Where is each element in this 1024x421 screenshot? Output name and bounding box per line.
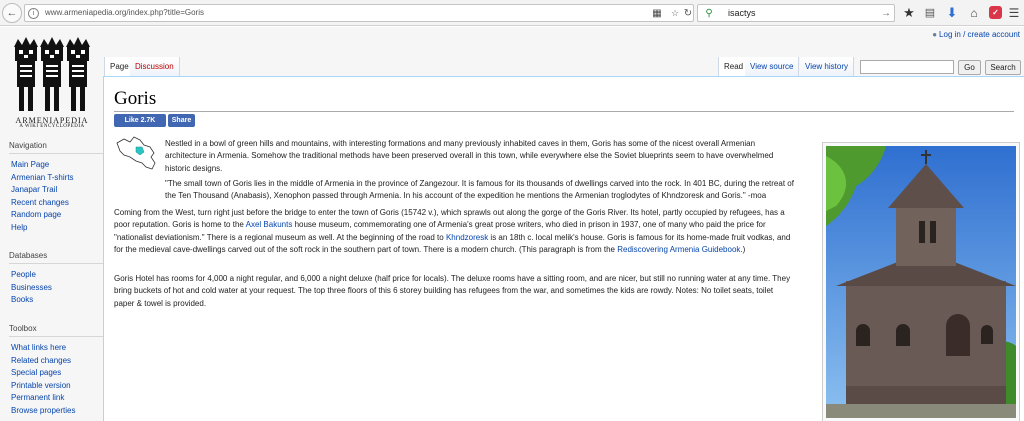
article-paragraph-3: Coming from the West, turn right just be… — [114, 207, 794, 256]
axel-bakunts-link[interactable]: Axel Bakunts — [246, 220, 293, 229]
sidebar-item-armenian-tshirts[interactable]: Armenian T-shirts — [11, 172, 103, 185]
sidebar-item-help[interactable]: Help — [11, 222, 103, 235]
reload-icon[interactable]: ↻ — [682, 7, 694, 19]
article-paragraph-1: Nestled in a bowl of green hills and mou… — [165, 139, 774, 173]
sidebar-item-businesses[interactable]: Businesses — [11, 282, 103, 295]
article-content: Goris Like 2.7K Share Nestled in a bowl … — [103, 76, 1024, 421]
personal-tools[interactable]: ● Log in / create account — [932, 30, 1020, 39]
facebook-like-button[interactable]: Like 2.7K — [114, 114, 166, 127]
page-title: Goris — [114, 88, 157, 109]
church-photo-thumbnail[interactable] — [822, 142, 1020, 421]
databases-heading: Databases — [9, 251, 103, 264]
login-link[interactable]: Log in / create account — [939, 30, 1020, 39]
guidebook-link[interactable]: Rediscovering Armenia Guidebook — [617, 245, 740, 254]
go-button[interactable]: Go — [958, 60, 981, 75]
logo-subtitle: A WIKI ENCYCLOPEDIA — [19, 124, 85, 129]
sidebar-item-books[interactable]: Books — [11, 294, 103, 307]
menu-icon[interactable]: ☰ — [1007, 5, 1021, 20]
title-divider — [114, 111, 1014, 112]
paragraph-text: .) — [740, 244, 746, 254]
download-icon[interactable]: ⬇ — [945, 5, 959, 20]
url-bar[interactable]: i www.armeniapedia.org/index.php?title=G… — [24, 4, 694, 22]
logo-figures-icon — [14, 37, 90, 111]
sidebar-item-people[interactable]: People — [11, 269, 103, 282]
user-icon: ● — [932, 30, 938, 39]
toolbox-heading: Toolbox — [9, 324, 103, 337]
tab-view-source[interactable]: View source — [745, 57, 800, 76]
back-button[interactable]: ← — [2, 3, 22, 23]
reader-view-icon[interactable]: ▦ — [650, 7, 664, 19]
wiki-page: ● Log in / create account ARMENIAPEDIA A… — [0, 27, 1024, 421]
pocket-icon[interactable]: ✓ — [989, 6, 1002, 19]
site-logo[interactable]: ARMENIAPEDIA A WIKI ENCYCLOPEDIA — [6, 35, 98, 129]
search-button[interactable]: Search — [985, 60, 1021, 75]
bookmark-star-outline-icon[interactable]: ☆ — [669, 7, 681, 19]
armenia-map-thumbnail[interactable] — [114, 133, 162, 173]
site-info-icon[interactable]: i — [28, 8, 39, 19]
sidebar-item-janapar-trail[interactable]: Janapar Trail — [11, 184, 103, 197]
sidebar-toolbox: Toolbox What links here Related changes … — [9, 324, 103, 418]
sidebar-item-recent-changes[interactable]: Recent changes — [11, 197, 103, 210]
browser-toolbar: ← i www.armeniapedia.org/index.php?title… — [0, 0, 1024, 26]
url-text[interactable]: www.armeniapedia.org/index.php?title=Gor… — [45, 8, 204, 17]
sidebar-item-related-changes[interactable]: Related changes — [11, 355, 103, 368]
sidebar-item-what-links-here[interactable]: What links here — [11, 342, 103, 355]
tab-discussion[interactable]: Discussion — [130, 57, 180, 76]
library-icon[interactable]: ▤ — [923, 5, 937, 20]
search-engine-icon[interactable]: ⚲ — [703, 8, 715, 19]
khndzoresk-link[interactable]: Khndzoresk — [446, 233, 488, 242]
wiki-search-input[interactable] — [860, 60, 954, 74]
church-photo — [826, 146, 1016, 418]
sidebar-item-printable-version[interactable]: Printable version — [11, 380, 103, 393]
article-paragraph-2: "The small town of Goris lies in the mid… — [165, 179, 794, 201]
bookmark-star-icon[interactable]: ★ — [902, 5, 916, 20]
navigation-heading: Navigation — [9, 141, 103, 154]
sidebar-item-browse-properties[interactable]: Browse properties — [11, 405, 103, 418]
search-go-arrow-icon[interactable]: → — [880, 7, 892, 19]
sidebar-item-permanent-link[interactable]: Permanent link — [11, 392, 103, 405]
browser-search-bar[interactable]: ⚲ isactys → — [697, 4, 895, 22]
tab-view-history[interactable]: View history — [800, 57, 854, 76]
sidebar-item-random-page[interactable]: Random page — [11, 209, 103, 222]
search-query-text[interactable]: isactys — [728, 8, 756, 18]
sidebar-navigation: Navigation Main Page Armenian T-shirts J… — [9, 141, 103, 235]
sidebar-item-main-page[interactable]: Main Page — [11, 159, 103, 172]
article-paragraph-4: Goris Hotel has rooms for 4,000 a night … — [114, 274, 791, 308]
sidebar-item-special-pages[interactable]: Special pages — [11, 367, 103, 380]
home-icon[interactable]: ⌂ — [967, 5, 981, 20]
facebook-share-button[interactable]: Share — [168, 114, 195, 127]
facebook-like-label: Like 2.7K — [124, 117, 156, 124]
sidebar-databases: Databases People Businesses Books — [9, 251, 103, 307]
